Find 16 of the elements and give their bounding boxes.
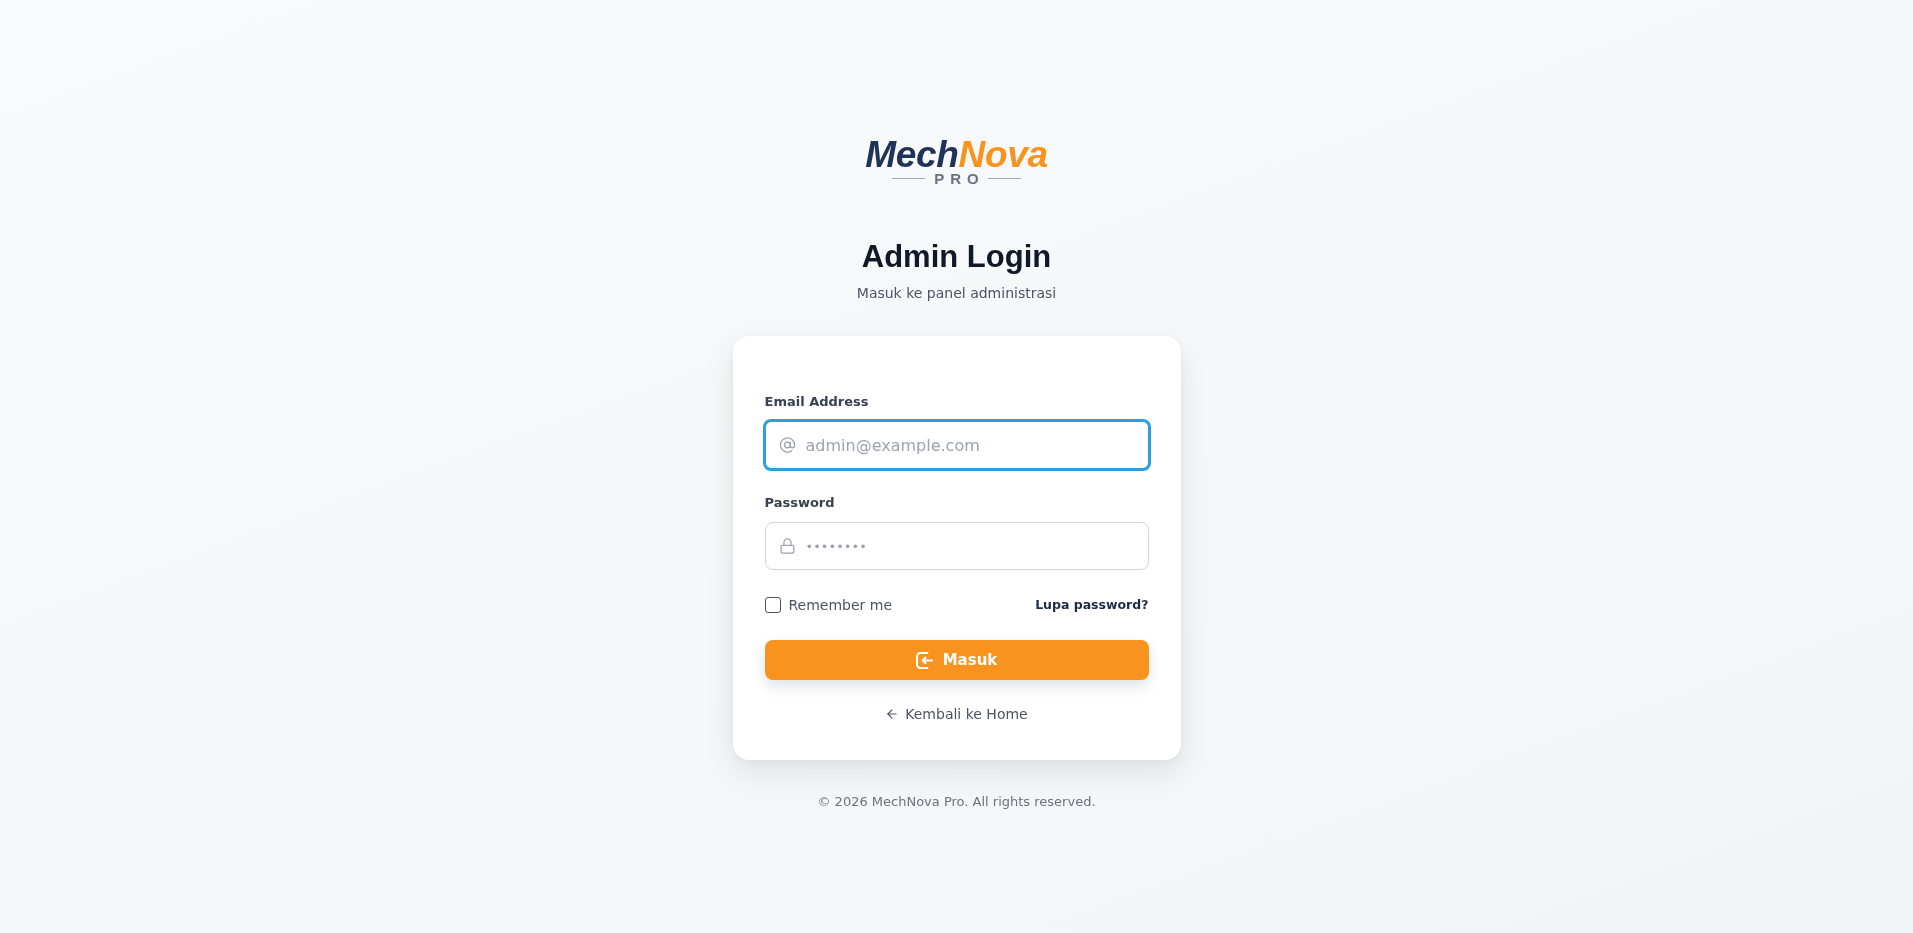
back-home-link[interactable]: Kembali ke Home (885, 704, 1028, 725)
login-icon (915, 651, 933, 669)
email-field[interactable]: admin@example.com (762, 419, 1151, 472)
email-label: Email Address (764, 393, 870, 412)
copyright-text: © 2026 MechNova Pro. All rights reserved. (817, 793, 1096, 812)
password-label: Password (764, 494, 836, 513)
forgot-password-link[interactable]: Lupa password? (1035, 595, 1149, 616)
remember-checkbox[interactable] (764, 597, 781, 614)
page-subtitle: Masuk ke panel administrasi (856, 284, 1057, 304)
remember-me-label: Remember me (788, 596, 893, 616)
page-title: Admin Login (861, 238, 1052, 276)
at-sign-icon (778, 436, 796, 454)
lock-icon (778, 537, 796, 555)
logo-wordmark: MechNova (865, 136, 1048, 173)
logo-tagline: PRO (933, 171, 985, 186)
password-field[interactable]: •••••••• (764, 522, 1149, 571)
